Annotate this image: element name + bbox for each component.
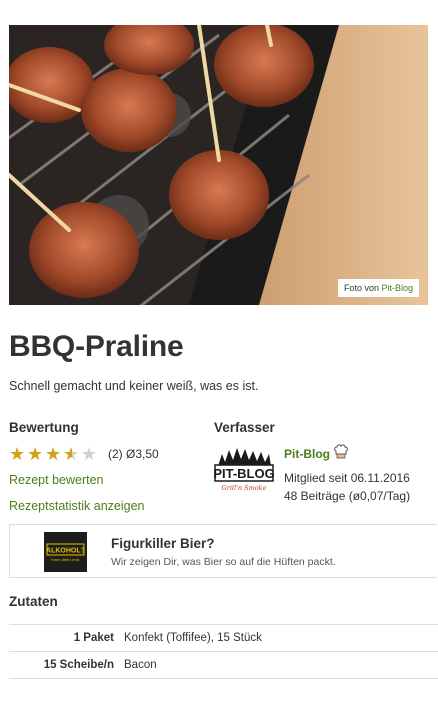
author-logo[interactable]: PIT-BLOG Grill'n Smoke <box>213 446 275 494</box>
ad-subtitle: Wir zeigen Dir, was Bier so auf die Hüft… <box>111 556 336 568</box>
bacon-praline-photo <box>9 25 428 305</box>
ingredient-amount: 15 Scheibe/n <box>9 651 124 679</box>
star-icon: ★ <box>27 444 44 464</box>
ingredients-heading: Zutaten <box>9 594 58 609</box>
half-star-icon: ★ <box>63 444 80 464</box>
author-heading: Verfasser <box>214 420 275 435</box>
ingredient-row: 15 Scheibe/n Bacon <box>9 651 438 679</box>
rating-heading: Bewertung <box>9 420 79 435</box>
logo-tagline: Grill'n Smoke <box>222 484 267 492</box>
pit-blog-logo: PIT-BLOG Grill'n Smoke <box>213 448 275 492</box>
recipe-title: BBQ-Praline <box>9 330 184 363</box>
rate-recipe-link[interactable]: Rezept bewerten <box>9 473 104 487</box>
star-empty-icon: ★ <box>81 444 98 464</box>
photo-credit: Foto von Pit-Blog <box>337 279 419 297</box>
ingredient-name: Bacon <box>124 651 438 679</box>
author-name-link[interactable]: Pit-Blog <box>284 447 330 461</box>
ingredient-row: 1 Paket Konfekt (Toffifee), 15 Stück <box>9 624 438 652</box>
chef-hat-icon <box>333 444 349 465</box>
rating-stars[interactable]: ★ ★ ★ ★ ★ <box>9 445 99 463</box>
ingredient-amount: 1 Paket <box>9 624 124 652</box>
ad-logo-tagline: Kenn dein Limit. <box>51 557 80 562</box>
recipe-stats-link[interactable]: Rezeptstatistik anzeigen <box>9 499 145 513</box>
ingredients-table: 1 Paket Konfekt (Toffifee), 15 Stück 15 … <box>9 624 438 679</box>
ad-logo-text: ALKOHOL? <box>46 548 85 555</box>
recipe-subtitle: Schnell gemacht und keiner weiß, was es … <box>9 379 259 393</box>
ad-banner[interactable]: ALKOHOL? Kenn dein Limit. Figurkiller Bi… <box>9 524 437 578</box>
photo-credit-author-link[interactable]: Pit-Blog <box>381 283 413 293</box>
ingredient-name: Konfekt (Toffifee), 15 Stück <box>124 624 438 652</box>
star-icon: ★ <box>9 444 26 464</box>
logo-text: PIT-BLOG <box>214 466 274 481</box>
recipe-photo[interactable]: Foto von Pit-Blog <box>9 25 428 305</box>
rating-summary: (2) Ø3,50 <box>108 447 159 461</box>
author-posts: 48 Beiträge (ø0,07/Tag) <box>284 489 411 503</box>
author-member-since: Mitglied seit 06.11.2016 <box>284 471 410 485</box>
star-icon: ★ <box>45 444 62 464</box>
ad-logo: ALKOHOL? Kenn dein Limit. <box>44 532 87 572</box>
photo-credit-prefix: Foto von <box>343 283 379 293</box>
ad-title: Figurkiller Bier? <box>111 536 215 551</box>
